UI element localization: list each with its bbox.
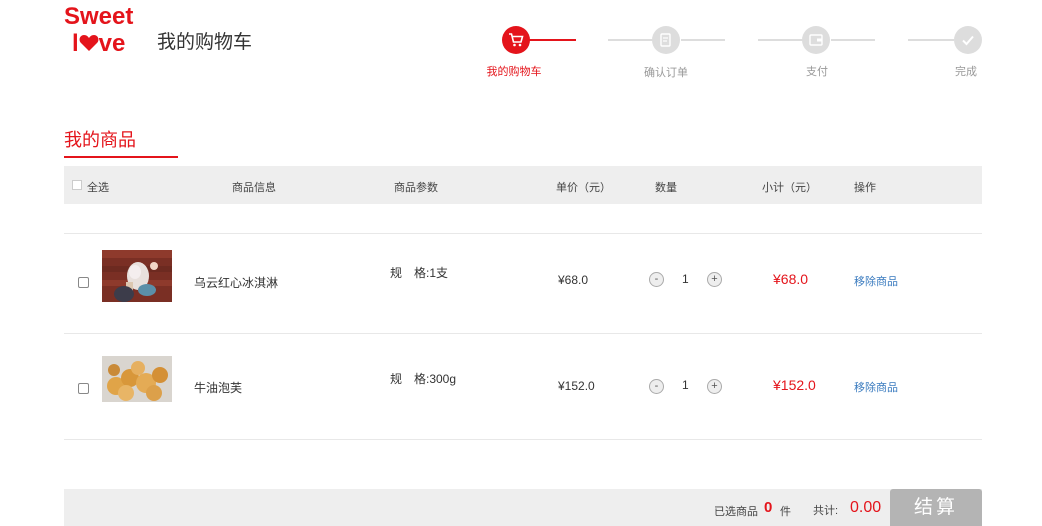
section-underline — [64, 156, 178, 158]
col-header-info: 商品信息 — [232, 182, 276, 194]
selected-unit: 件 — [780, 506, 791, 518]
product-name[interactable]: 牛油泡芙 — [194, 379, 242, 396]
step-3-circle — [802, 26, 830, 54]
step-line-2 — [608, 39, 654, 41]
logo-line1: Sweet — [64, 3, 134, 30]
wallet-icon — [809, 34, 823, 46]
step-4-circle — [954, 26, 982, 54]
col-header-params: 商品参数 — [394, 182, 438, 194]
quantity-value[interactable]: 1 — [682, 378, 689, 392]
step-line-1 — [528, 39, 576, 41]
decrease-qty-button[interactable]: - — [649, 272, 664, 287]
divider — [64, 439, 982, 440]
step-3-label: 支付 — [806, 66, 828, 78]
checkout-steps: 我的购物车 确认订单 支付 完成 — [480, 24, 1000, 84]
step-line-6 — [908, 39, 954, 41]
item-checkbox[interactable] — [78, 277, 89, 288]
product-name[interactable]: 乌云红心冰淇淋 — [194, 274, 278, 291]
col-header-quantity: 数量 — [655, 182, 677, 194]
col-header-action: 操作 — [854, 182, 876, 194]
total-amount: 0.00 — [850, 499, 882, 516]
table-row: 牛油泡芙 规 格:300g ¥152.0 - 1 + ¥152.0 移除商品 — [64, 333, 982, 433]
logo[interactable]: Sweet l ve — [64, 3, 144, 57]
step-2-circle — [652, 26, 680, 54]
check-icon — [962, 35, 974, 46]
remove-item-link[interactable]: 移除商品 — [854, 273, 898, 289]
table-row: 乌云红心冰淇淋 规 格:1支 ¥68.0 - 1 + ¥68.0 移除商品 — [64, 233, 982, 333]
checkout-button[interactable]: 结算 — [890, 489, 982, 526]
col-header-subtotal: 小计（元） — [762, 182, 817, 194]
step-line-3 — [681, 39, 725, 41]
col-header-unit-price: 单价（元） — [556, 182, 611, 194]
page-title: 我的购物车 — [157, 32, 253, 53]
selected-count: 0 — [764, 499, 773, 516]
select-all-checkbox[interactable] — [72, 180, 82, 190]
increase-qty-button[interactable]: + — [707, 379, 722, 394]
unit-price: ¥152.0 — [558, 379, 595, 393]
increase-qty-button[interactable]: + — [707, 272, 722, 287]
step-2-label: 确认订单 — [644, 67, 688, 79]
decrease-qty-button[interactable]: - — [649, 379, 664, 394]
product-param: 规 格:1支 — [390, 266, 449, 280]
step-1-circle — [502, 26, 530, 54]
item-checkbox[interactable] — [78, 383, 89, 394]
selected-label: 已选商品 — [714, 506, 758, 518]
remove-item-link[interactable]: 移除商品 — [854, 379, 898, 395]
product-image[interactable] — [102, 250, 172, 302]
product-param: 规 格:300g — [390, 372, 457, 386]
step-1-label: 我的购物车 — [486, 66, 542, 78]
cart-icon — [509, 33, 524, 47]
logo-letter-l: l — [72, 30, 79, 57]
table-header: 全选 商品信息 商品参数 单价（元） 数量 小计（元） 操作 — [64, 166, 982, 204]
unit-price: ¥68.0 — [558, 273, 589, 287]
logo-line2: l ve — [64, 30, 144, 57]
cart-footer: 已选商品 0 件 共计: 0.00 结算 — [64, 489, 982, 526]
logo-letters-ve: ve — [98, 30, 126, 57]
heart-icon — [79, 35, 99, 51]
item-subtotal: ¥152.0 — [773, 377, 816, 393]
step-line-5 — [831, 39, 875, 41]
item-subtotal: ¥68.0 — [773, 271, 809, 287]
step-4-label: 完成 — [955, 66, 977, 78]
total-label: 共计: — [813, 505, 839, 517]
step-line-4 — [758, 39, 804, 41]
section-title: 我的商品 — [64, 130, 136, 150]
quantity-value[interactable]: 1 — [682, 272, 689, 286]
product-image[interactable] — [102, 356, 172, 402]
order-icon — [660, 33, 671, 47]
select-all-label[interactable]: 全选 — [87, 179, 109, 195]
